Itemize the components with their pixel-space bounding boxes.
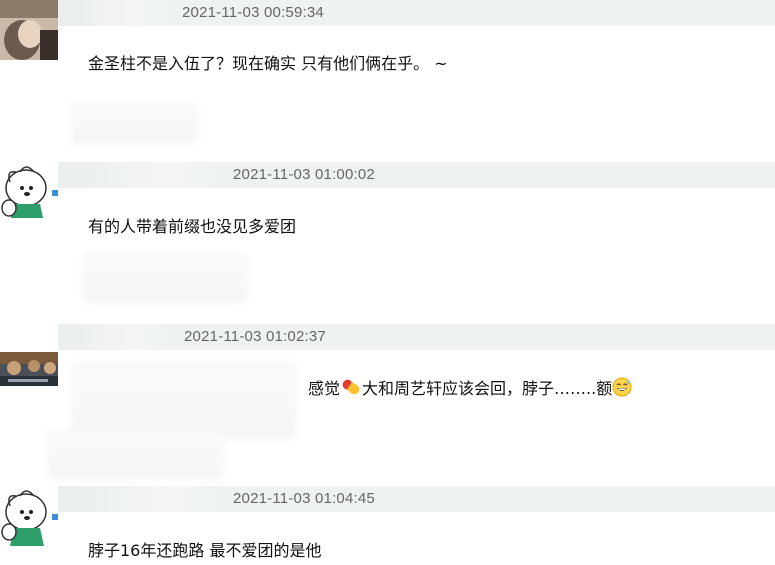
comment-item: 2021-11-03 00:59:34 金圣柱不是入伍了？现在确实 只有他们俩在… [0, 0, 775, 160]
user-avatar[interactable] [0, 352, 58, 386]
username-blurred[interactable] [58, 486, 220, 512]
blurred-reply-area [74, 106, 194, 142]
username-blurred[interactable] [58, 324, 170, 350]
blurred-reply-area [50, 434, 220, 476]
pochacco-avatar-icon [0, 484, 58, 548]
comment-header: 2021-11-03 01:04:45 [58, 486, 775, 512]
username-blurred[interactable] [58, 162, 220, 188]
comment-text: 金圣柱不是入伍了？现在确实 只有他们俩在乎。 ~ [88, 54, 448, 73]
comment-text: 有的人带着前缀也没见多爱团 [88, 217, 297, 236]
user-avatar[interactable] [0, 0, 58, 60]
comment-timestamp: 2021-11-03 01:00:02 [233, 166, 375, 183]
comment-text: 脖子16年还跑路 最不爱团的是他 [88, 541, 322, 560]
comment-timestamp: 2021-11-03 01:02:37 [184, 328, 326, 345]
comment-item: 2021-11-03 01:00:02 有的人带着前缀也没见多爱团 [0, 160, 775, 322]
comment-header: 2021-11-03 01:02:37 [58, 324, 775, 350]
comment-timestamp: 2021-11-03 00:59:34 [182, 4, 324, 21]
comment-item: 2021-11-03 01:02:37 感觉 大和周艺轩应该会回，脖子……..额 [0, 322, 775, 484]
blurred-reply-area [86, 256, 244, 300]
comment-timestamp: 2021-11-03 01:04:45 [233, 490, 375, 507]
user-avatar[interactable] [0, 484, 58, 548]
comment-item: 2021-11-03 01:04:45 脖子16年还跑路 最不爱团的是他 [0, 484, 775, 565]
comment-text: 感觉 大和周艺轩应该会回，脖子……..额 [308, 375, 632, 401]
comment-text-part: 感觉 [308, 379, 341, 398]
comment-header: 2021-11-03 01:00:02 [58, 162, 775, 188]
user-avatar[interactable] [0, 160, 58, 218]
blurred-image-area [74, 366, 294, 436]
comment-text-part: 大和周艺轩应该会回，脖子……..额 [362, 379, 613, 398]
comment-header: 2021-11-03 00:59:34 [58, 0, 775, 26]
pill-emoji-icon [340, 377, 362, 401]
username-blurred[interactable] [58, 0, 170, 26]
sweat-smile-emoji-icon [612, 377, 632, 401]
pochacco-avatar-icon [0, 160, 58, 218]
